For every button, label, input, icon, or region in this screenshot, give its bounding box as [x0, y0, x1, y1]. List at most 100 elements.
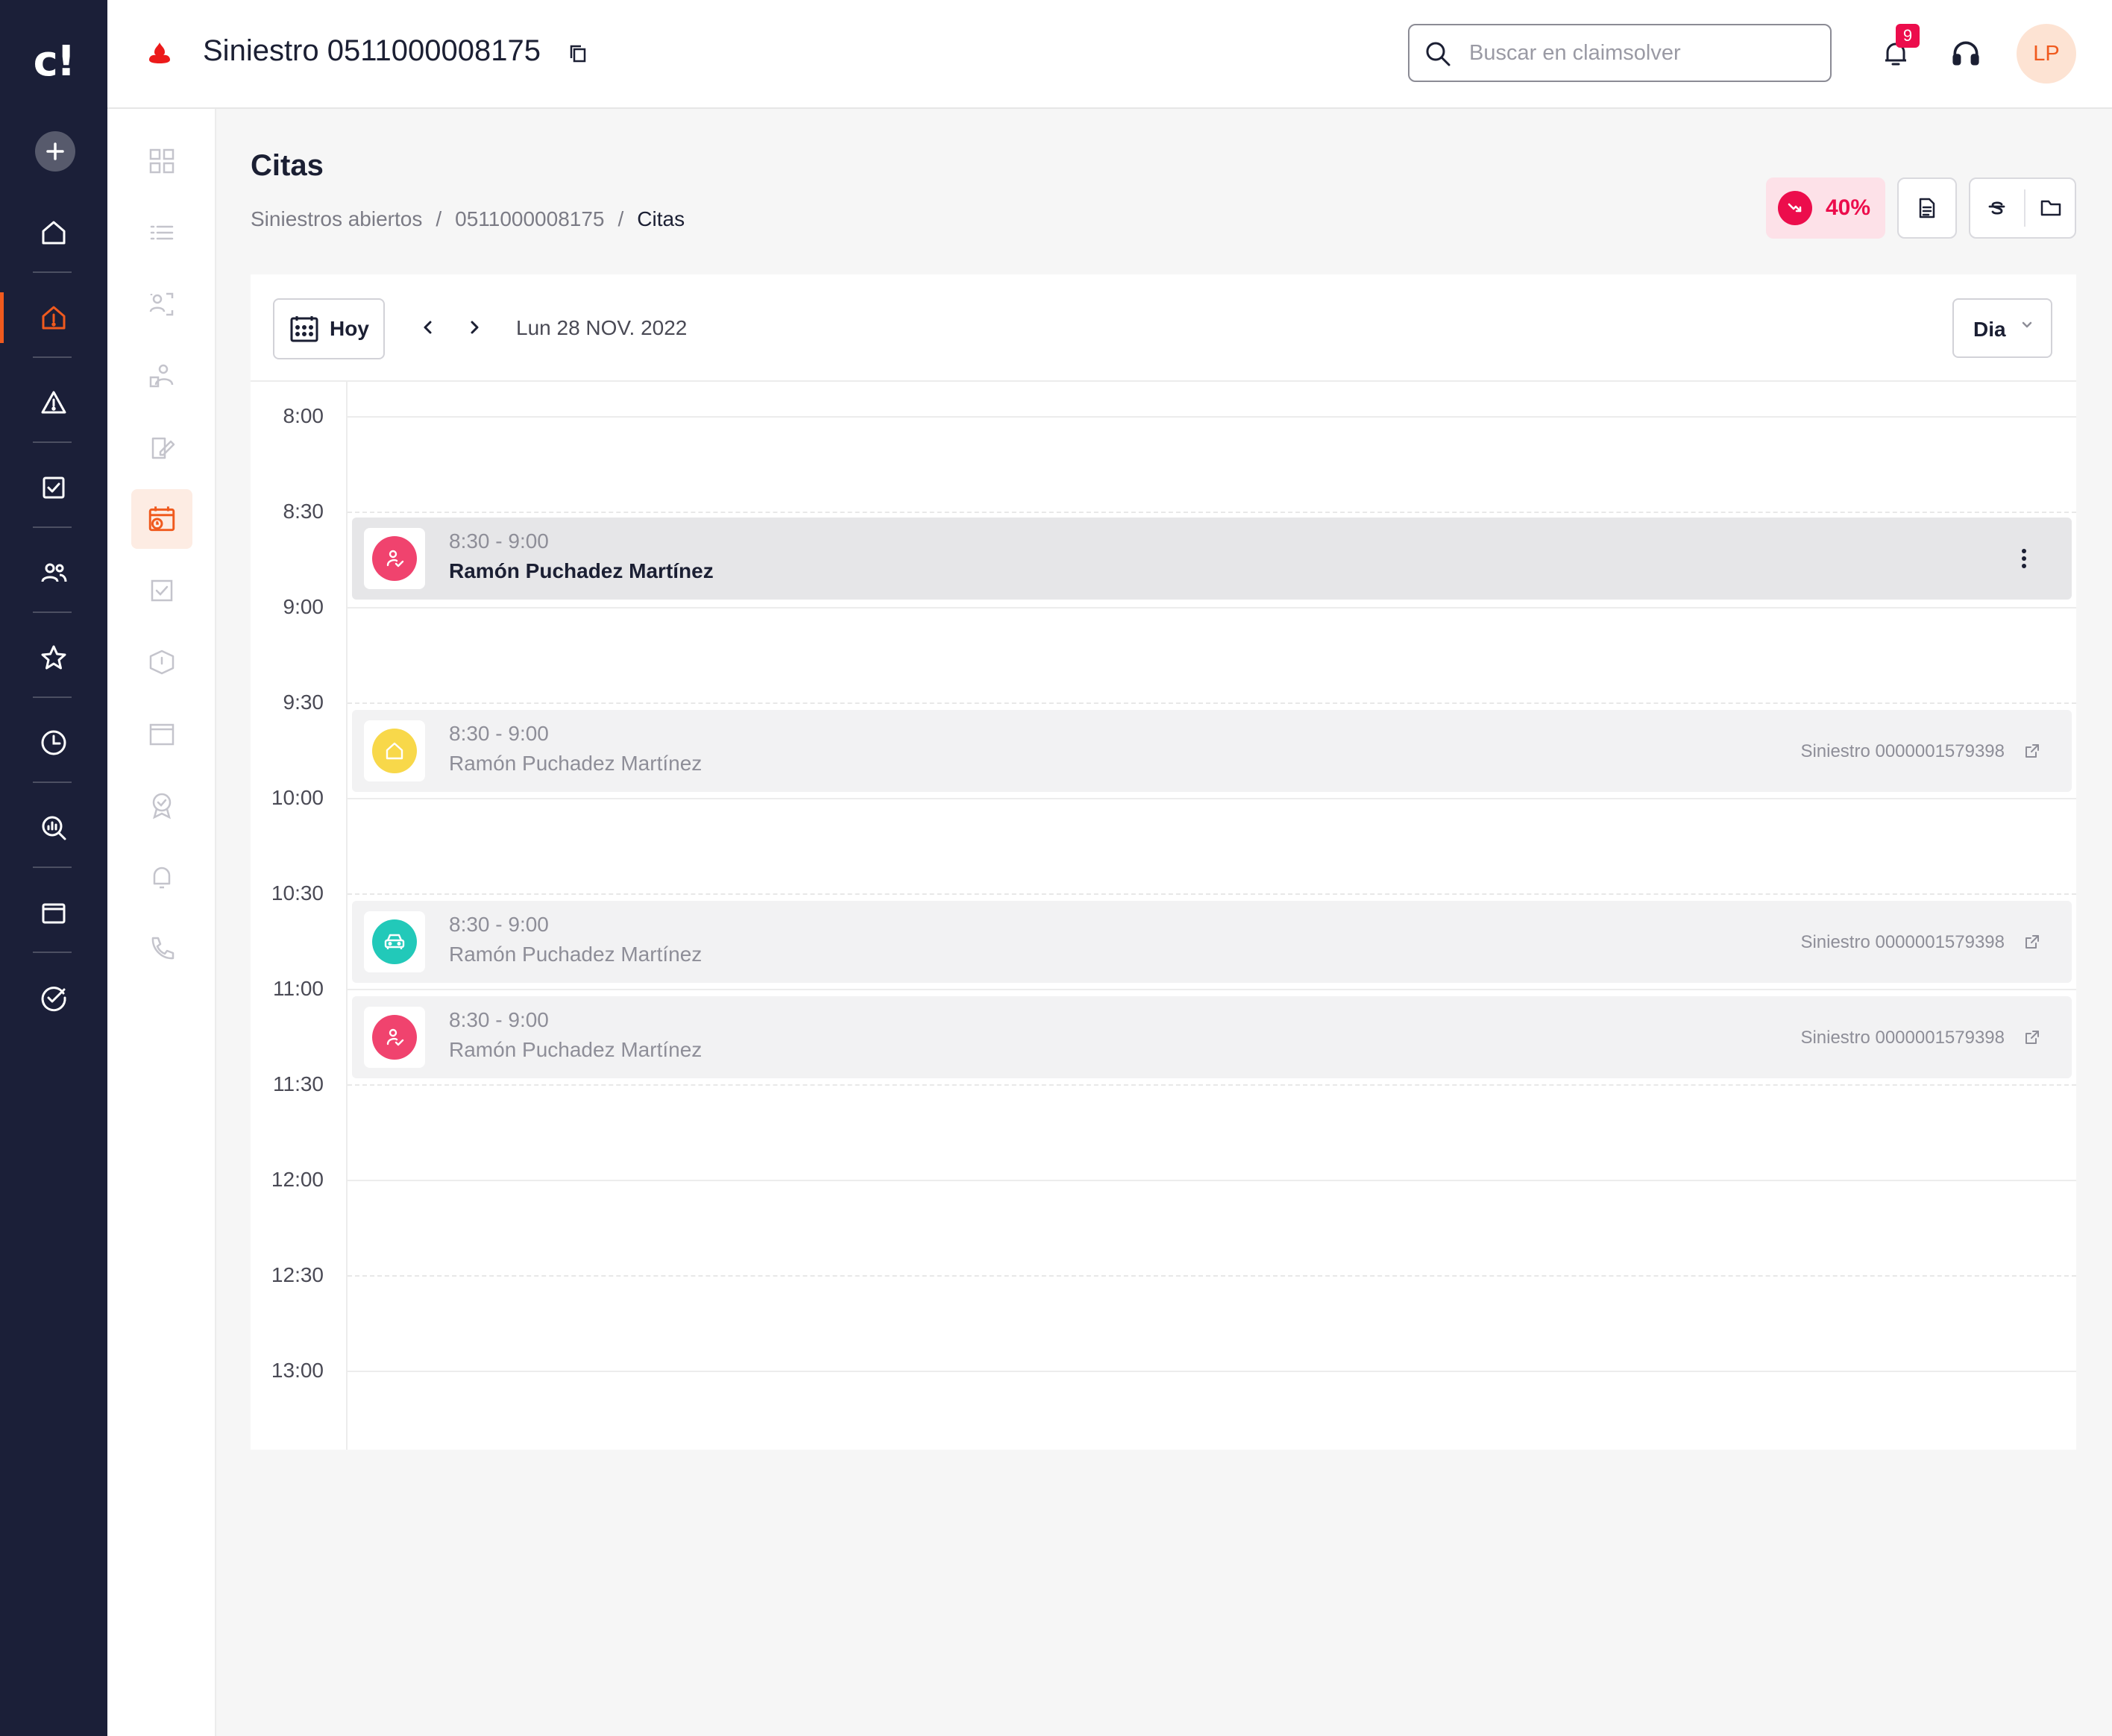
next-day-button[interactable] [464, 316, 486, 339]
create-button[interactable] [35, 131, 75, 172]
money-icon [1988, 201, 2005, 215]
checkbox-icon [151, 579, 173, 602]
appointment-time: 8:30 - 9:00 [449, 1008, 549, 1031]
plus-icon [46, 142, 64, 160]
appointment-card[interactable]: 8:30 - 9:00 Ramón Puchadez Martínez Sinies… [352, 901, 2072, 983]
time-label: 13:00 [271, 1359, 324, 1382]
sub-documents[interactable] [131, 704, 192, 764]
nav-home[interactable] [0, 204, 107, 261]
nav-users[interactable] [0, 544, 107, 601]
sub-professionals[interactable] [131, 346, 192, 406]
appointment-time: 8:30 - 9:00 [449, 529, 549, 553]
appointment-time: 8:30 - 9:00 [449, 722, 549, 745]
today-label: Hoy [330, 317, 369, 340]
copy-button[interactable] [568, 43, 588, 64]
sub-quality[interactable] [131, 776, 192, 835]
appointment-person: Ramón Puchadez Martínez [449, 752, 703, 775]
appointment-claim-link[interactable]: Siniestro 0000001579398 [1800, 741, 2005, 762]
external-link-icon[interactable] [2024, 743, 2040, 759]
today-button[interactable]: Hoy [273, 298, 385, 359]
sub-calls[interactable] [131, 919, 192, 978]
time-column: 8:00 8:30 9:00 9:30 10:00 10:30 11:00 11:30 12:0… [251, 380, 348, 1450]
payments-button[interactable] [1970, 179, 2024, 237]
breadcrumb-claim[interactable]: 0511000008175 [455, 207, 604, 230]
time-slot-line [348, 1180, 2076, 1181]
external-link-icon[interactable] [2024, 934, 2040, 950]
window-icon [42, 903, 66, 924]
appointment-person: Ramón Puchadez Martínez [449, 1038, 703, 1061]
search-input[interactable] [1468, 36, 1814, 70]
home-icon [42, 221, 66, 245]
user-check-icon [372, 536, 417, 581]
more-options-button[interactable] [2015, 546, 2033, 571]
nav-claims[interactable] [0, 289, 107, 346]
trend-down-icon [1778, 191, 1812, 225]
flame-logo-icon [149, 43, 170, 63]
car-icon [372, 919, 417, 964]
sub-items[interactable] [131, 632, 192, 692]
calendar-clock-icon [148, 506, 175, 532]
app-logo[interactable]: c! [0, 37, 107, 86]
nav-analytics[interactable] [0, 799, 107, 856]
phone-icon [151, 937, 175, 960]
appointment-card[interactable]: 8:30 - 9:00 Ramón Puchadez Martínez [352, 518, 2072, 600]
folder-icon [2040, 200, 2061, 216]
sub-tasks[interactable] [131, 561, 192, 620]
user-check-icon [372, 1015, 417, 1060]
report-button[interactable] [1897, 177, 1957, 239]
nav-favorites[interactable] [0, 629, 107, 686]
support-button[interactable] [1945, 33, 1987, 75]
time-slot-line [348, 1275, 2076, 1277]
progress-indicator[interactable]: 40% [1766, 177, 1885, 239]
nav-documents[interactable] [0, 884, 107, 941]
calendar-card: Hoy Lun 28 NOV. 2022 Dia 8:00 8:30 9:00 9:3… [251, 274, 2076, 1450]
house-alert-icon [42, 306, 66, 330]
appointment-claim-link[interactable]: Siniestro 0000001579398 [1800, 932, 2005, 953]
appointment-card[interactable]: 8:30 - 9:00 Ramón Puchadez Martínez Sinies… [352, 710, 2072, 792]
appointment-card[interactable]: 8:30 - 9:00 Ramón Puchadez Martínez Sinies… [352, 996, 2072, 1078]
checkbox-icon [43, 477, 65, 499]
appointment-type [364, 720, 425, 781]
time-slot-line [348, 1371, 2076, 1372]
time-label: 12:00 [271, 1168, 324, 1191]
time-slot-line [348, 416, 2076, 418]
calendar-icon [290, 316, 318, 342]
nav-completed[interactable] [0, 969, 107, 1026]
worker-icon [149, 364, 174, 388]
time-label: 10:00 [271, 786, 324, 809]
search-box[interactable] [1408, 24, 1832, 82]
clock-icon [41, 730, 66, 755]
prev-day-button[interactable] [416, 316, 439, 339]
top-bar: Siniestro 0511000008175 9 LP [107, 0, 2112, 109]
users-icon [41, 563, 67, 582]
home-icon [372, 729, 417, 773]
check-circle-icon [41, 987, 66, 1012]
nav-tasks[interactable] [0, 459, 107, 516]
headset-icon [1952, 41, 1979, 66]
folder-button[interactable] [2024, 179, 2078, 237]
view-label: Dia [1973, 318, 2006, 341]
view-select[interactable]: Dia [1952, 298, 2052, 358]
external-link-icon[interactable] [2024, 1029, 2040, 1045]
user-avatar[interactable]: LP [2017, 24, 2076, 84]
sub-appointments[interactable] [131, 489, 192, 549]
sub-list[interactable] [131, 203, 192, 262]
appointment-claim-link[interactable]: Siniestro 0000001579398 [1800, 1028, 2005, 1048]
nav-history[interactable] [0, 714, 107, 771]
sub-dashboard[interactable] [131, 131, 192, 191]
day-grid[interactable]: 8:00 8:30 9:00 9:30 10:00 10:30 11:00 11:30 12:0… [251, 380, 2076, 1450]
time-slot-line [348, 702, 2076, 704]
time-label: 11:00 [273, 977, 324, 1000]
sub-reports[interactable] [131, 418, 192, 477]
appointment-time: 8:30 - 9:00 [449, 913, 549, 936]
time-slot-line [348, 1084, 2076, 1086]
sub-parties[interactable] [131, 274, 192, 334]
appointment-type [364, 528, 425, 589]
nav-alerts[interactable] [0, 374, 107, 431]
insurer-logo [142, 34, 177, 70]
breadcrumb-open-claims[interactable]: Siniestros abiertos [251, 207, 422, 230]
sub-notifications[interactable] [131, 847, 192, 907]
claim-sidebar [107, 107, 216, 1736]
appointment-type [364, 1007, 425, 1068]
time-label: 9:00 [283, 595, 324, 618]
